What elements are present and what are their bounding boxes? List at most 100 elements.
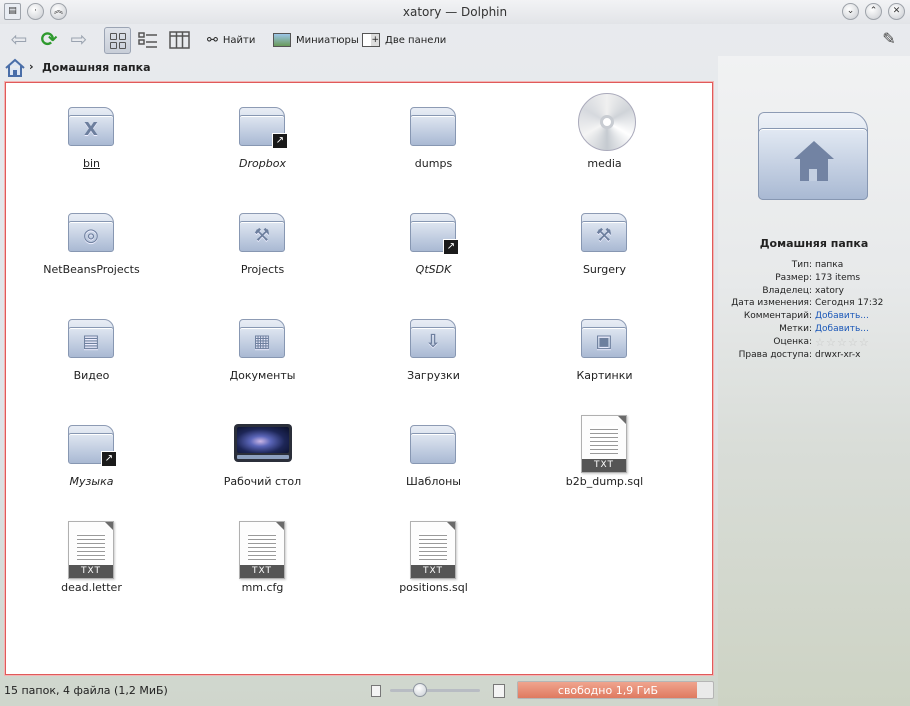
zoom-slider[interactable] bbox=[390, 689, 480, 692]
split-icon: + bbox=[362, 33, 380, 47]
property-key: Комментарий: bbox=[743, 311, 812, 322]
property-value: drwxr-xr-x bbox=[815, 349, 861, 360]
folder-icon: ⇩ bbox=[410, 319, 458, 359]
text-file-icon: TXT bbox=[68, 521, 114, 579]
file-item[interactable]: ▣ Картинки bbox=[519, 299, 690, 405]
file-item-label: dead.letter bbox=[61, 581, 122, 594]
minimize-button[interactable]: ⌄ bbox=[842, 3, 859, 20]
rating-stars[interactable]: ☆ ☆ ☆ ☆ ☆ bbox=[815, 337, 869, 348]
folder-emblem-icon: X bbox=[84, 119, 98, 140]
file-item[interactable]: Рабочий стол bbox=[177, 405, 348, 511]
main-toolbar: ⇦ ⟳ ⇨ ⚯ Найти Миниатюры + Две панели ✎ bbox=[0, 24, 910, 56]
preview-button[interactable]: Миниатюры bbox=[273, 32, 359, 48]
file-item[interactable]: ↗ Dropbox bbox=[177, 87, 348, 193]
property-row: Тип: папка bbox=[718, 260, 910, 273]
title-bar: ▤ · ︽ xatory — Dolphin ⌄ ⌃ ✕ bbox=[0, 0, 910, 24]
folder-icon bbox=[410, 425, 458, 465]
property-value[interactable]: Добавить... bbox=[815, 324, 869, 334]
symlink-emblem-icon: ↗ bbox=[443, 239, 459, 255]
find-button[interactable]: ⚯ Найти bbox=[207, 32, 255, 48]
file-item[interactable]: ↗ Музыка bbox=[6, 405, 177, 511]
folder-emblem-icon: ▣ bbox=[595, 331, 613, 352]
property-row: Размер: 173 items bbox=[718, 273, 910, 286]
property-row: Комментарий: Добавить... bbox=[718, 311, 910, 324]
file-type-tag: TXT bbox=[411, 565, 455, 578]
zoom-out-icon[interactable] bbox=[371, 685, 381, 697]
file-item-label: Картинки bbox=[576, 369, 633, 382]
zoom-slider-handle[interactable] bbox=[413, 683, 427, 697]
file-item[interactable]: ◎ NetBeansProjects bbox=[6, 193, 177, 299]
property-row: Владелец: xatory bbox=[718, 286, 910, 299]
symlink-emblem-icon: ↗ bbox=[272, 133, 288, 149]
file-item[interactable]: TXT dead.letter bbox=[6, 511, 177, 617]
desktop-folder-icon bbox=[234, 424, 292, 462]
file-item[interactable]: ⚒ Projects bbox=[177, 193, 348, 299]
property-value[interactable]: Добавить... bbox=[815, 311, 869, 321]
configure-wrench-icon[interactable]: ✎ bbox=[876, 28, 902, 52]
file-item[interactable]: ⚒ Surgery bbox=[519, 193, 690, 299]
maximize-button[interactable]: ⌃ bbox=[865, 3, 882, 20]
file-item[interactable]: TXT mm.cfg bbox=[177, 511, 348, 617]
folder-emblem-icon: ▤ bbox=[82, 331, 100, 352]
folder-icon: X bbox=[68, 107, 116, 147]
star-icon[interactable]: ☆ bbox=[826, 337, 836, 348]
file-item-label: b2b_dump.sql bbox=[565, 475, 644, 488]
folder-icon: ▦ bbox=[239, 319, 287, 359]
file-view[interactable]: Xbin ↗ Dropbox dumps media ◎ NetBeansProjects ⚒… bbox=[5, 82, 713, 675]
free-space-bar[interactable]: свободно 1,9 ГиБ bbox=[517, 681, 714, 699]
star-icon[interactable]: ☆ bbox=[837, 337, 847, 348]
file-item[interactable]: TXT b2b_dump.sql bbox=[519, 405, 690, 511]
preview-icon bbox=[273, 33, 291, 47]
file-item[interactable]: ▤ Видео bbox=[6, 299, 177, 405]
folder-icon: ↗ bbox=[239, 107, 288, 149]
file-item-label: Surgery bbox=[582, 263, 627, 276]
property-key: Метки: bbox=[779, 324, 812, 334]
star-icon[interactable]: ☆ bbox=[859, 337, 869, 348]
property-key: Владелец: bbox=[762, 285, 812, 296]
property-row: Дата изменения: Сегодня 17:32 bbox=[718, 298, 910, 311]
file-item[interactable]: dumps bbox=[348, 87, 519, 193]
folder-icon: ⚒ bbox=[239, 213, 287, 253]
chevron-right-icon: › bbox=[29, 60, 34, 73]
file-type-tag: TXT bbox=[240, 565, 284, 578]
file-type-tag: TXT bbox=[69, 565, 113, 578]
file-item-label: Шаблоны bbox=[406, 475, 461, 488]
home-icon[interactable] bbox=[4, 58, 26, 78]
icons-view-button[interactable] bbox=[104, 27, 131, 54]
property-value: Сегодня 17:32 bbox=[815, 298, 884, 309]
back-arrow-icon[interactable]: ⇦ bbox=[6, 28, 32, 52]
columns-view-icon bbox=[169, 31, 190, 49]
file-item-label: Музыка bbox=[69, 475, 114, 488]
reload-icon[interactable]: ⟳ bbox=[36, 28, 62, 52]
file-item-label: Загрузки bbox=[407, 369, 460, 382]
star-icon[interactable]: ☆ bbox=[848, 337, 858, 348]
details-view-button[interactable] bbox=[135, 27, 162, 54]
split-button[interactable]: + Две панели bbox=[362, 32, 446, 48]
zoom-in-icon[interactable] bbox=[493, 684, 505, 698]
breadcrumb-home[interactable]: Домашняя папка bbox=[42, 61, 151, 74]
file-item-label: mm.cfg bbox=[241, 581, 284, 594]
file-item[interactable]: ⇩ Загрузки bbox=[348, 299, 519, 405]
file-item[interactable]: Xbin bbox=[6, 87, 177, 193]
columns-view-button[interactable] bbox=[166, 27, 193, 54]
symlink-emblem-icon: ↗ bbox=[101, 451, 117, 467]
text-file-icon: TXT bbox=[239, 521, 285, 579]
file-item[interactable]: ↗ QtSDK bbox=[348, 193, 519, 299]
information-panel: Домашняя папка Тип: папка Размер: 173 items… bbox=[718, 56, 910, 706]
file-item[interactable]: TXT positions.sql bbox=[348, 511, 519, 617]
file-item-label: Projects bbox=[240, 263, 285, 276]
property-key: Права доступа: bbox=[738, 349, 812, 360]
property-key: Размер: bbox=[775, 272, 812, 283]
file-item[interactable]: Шаблоны bbox=[348, 405, 519, 511]
close-button[interactable]: ✕ bbox=[888, 3, 905, 20]
forward-arrow-icon[interactable]: ⇨ bbox=[66, 28, 92, 52]
file-item-label: Рабочий стол bbox=[223, 475, 302, 488]
folder-icon: ▤ bbox=[68, 319, 116, 359]
split-label: Две панели bbox=[385, 34, 447, 46]
star-icon[interactable]: ☆ bbox=[815, 337, 825, 348]
home-folder-preview-icon bbox=[758, 112, 868, 202]
file-item-label: positions.sql bbox=[399, 581, 468, 594]
file-item[interactable]: ▦ Документы bbox=[177, 299, 348, 405]
file-item[interactable]: media bbox=[519, 87, 690, 193]
preview-label: Миниатюры bbox=[296, 34, 359, 46]
